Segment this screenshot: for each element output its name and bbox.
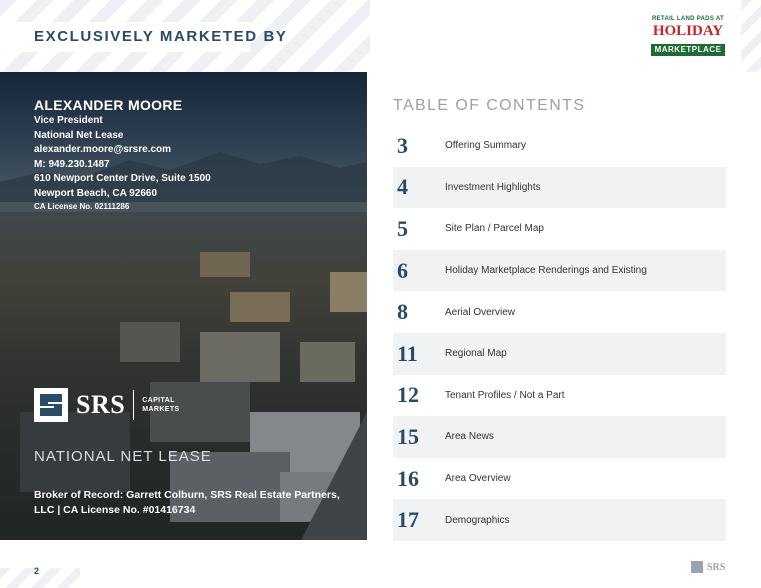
toc-page-number: 6 — [397, 257, 408, 283]
capital-text: CAPITAL — [142, 397, 175, 404]
contact-phone: M: 949.230.1487 — [34, 158, 110, 170]
toc-label: Offering Summary — [445, 140, 526, 152]
contact-license: CA License No. 02111286 — [34, 202, 130, 211]
logo-divider — [133, 390, 135, 420]
toc-item[interactable]: 6 Holiday Marketplace Renderings and Exis… — [393, 249, 726, 292]
corner-stripes — [741, 0, 761, 72]
footer-stripes — [0, 568, 80, 588]
toc-item[interactable]: 15 Area News — [393, 416, 726, 458]
toc-item[interactable]: 12 Tenant Profiles / Not a Part — [393, 375, 726, 417]
toc-item[interactable]: 17 Demographics — [393, 499, 726, 541]
capital-markets-text: CAPITAL MARKETS — [142, 396, 179, 414]
srs-wordmark: SRS — [76, 390, 126, 419]
logo-top-text: RETAIL LAND PADS AT — [651, 16, 725, 22]
broker-contact: ALEXANDER MOORE Vice President National … — [34, 96, 211, 213]
toc-title: TABLE OF CONTENTS — [393, 97, 586, 114]
footer-srs-logo: SRS — [691, 561, 725, 573]
toc-item[interactable]: 3 Offering Summary — [393, 125, 726, 167]
contact-title: Vice President — [34, 115, 103, 126]
markets-text: MARKETS — [142, 406, 180, 413]
contact-address-line1: 610 Newport Center Drive, Suite 1500 — [34, 173, 211, 184]
toc-label: Tenant Profiles / Not a Part — [445, 389, 565, 401]
contact-division: National Net Lease — [34, 129, 124, 141]
toc-page-number: 4 — [397, 174, 408, 200]
contact-email[interactable]: alexander.moore@srsre.com — [34, 143, 211, 158]
toc-page-number: 15 — [397, 423, 419, 449]
toc-page-number: 11 — [397, 340, 418, 366]
contact-name: ALEXANDER MOORE — [34, 97, 183, 113]
toc-label: Area Overview — [445, 473, 511, 485]
logo-bottom-text: MARKETPLACE — [650, 44, 726, 56]
toc-item[interactable]: 5 Site Plan / Parcel Map — [393, 208, 726, 250]
table-of-contents: 3 Offering Summary 4 Investment Highlights… — [393, 125, 726, 541]
footer-brand: SRS — [707, 561, 726, 573]
toc-page-number: 16 — [397, 465, 419, 491]
toc-page-number: 5 — [397, 215, 408, 241]
toc-label: Area News — [445, 431, 494, 443]
toc-label: Investment Highlights — [445, 181, 541, 193]
toc-item[interactable]: 16 Area Overview — [393, 458, 726, 500]
toc-label: Holiday Marketplace Renderings and Exist… — [445, 265, 647, 277]
national-net-lease-heading: NATIONAL NET LEASE — [34, 448, 212, 465]
toc-page-number: 3 — [397, 132, 408, 158]
toc-item[interactable]: 8 Aerial Overview — [393, 291, 726, 333]
broker-of-record: Broker of Record: Garrett Colburn, SRS R… — [34, 489, 340, 516]
toc-item[interactable]: 11 Regional Map — [393, 332, 726, 375]
srs-mark-icon — [34, 388, 68, 422]
page-title: EXCLUSIVELY MARKETED BY — [34, 28, 288, 45]
toc-label: Regional Map — [445, 348, 507, 360]
srs-capital-markets-logo: SRS CAPITAL MARKETS — [34, 388, 180, 422]
logo-middle-text: HOLIDAY — [652, 23, 724, 39]
toc-page-number: 8 — [397, 299, 408, 325]
toc-page-number: 17 — [397, 507, 419, 533]
srs-mark-icon — [691, 561, 703, 573]
toc-label: Site Plan / Parcel Map — [445, 223, 544, 235]
page-number: 2 — [34, 566, 40, 576]
contact-address-line2: Newport Beach, CA 92660 — [34, 187, 158, 199]
holiday-marketplace-logo: RETAIL LAND PADS AT HOLIDAY MARKETPLACE — [648, 16, 728, 56]
toc-label: Demographics — [445, 514, 510, 526]
toc-item[interactable]: 4 Investment Highlights — [393, 166, 726, 209]
toc-page-number: 12 — [397, 382, 419, 408]
toc-label: Aerial Overview — [445, 306, 516, 318]
